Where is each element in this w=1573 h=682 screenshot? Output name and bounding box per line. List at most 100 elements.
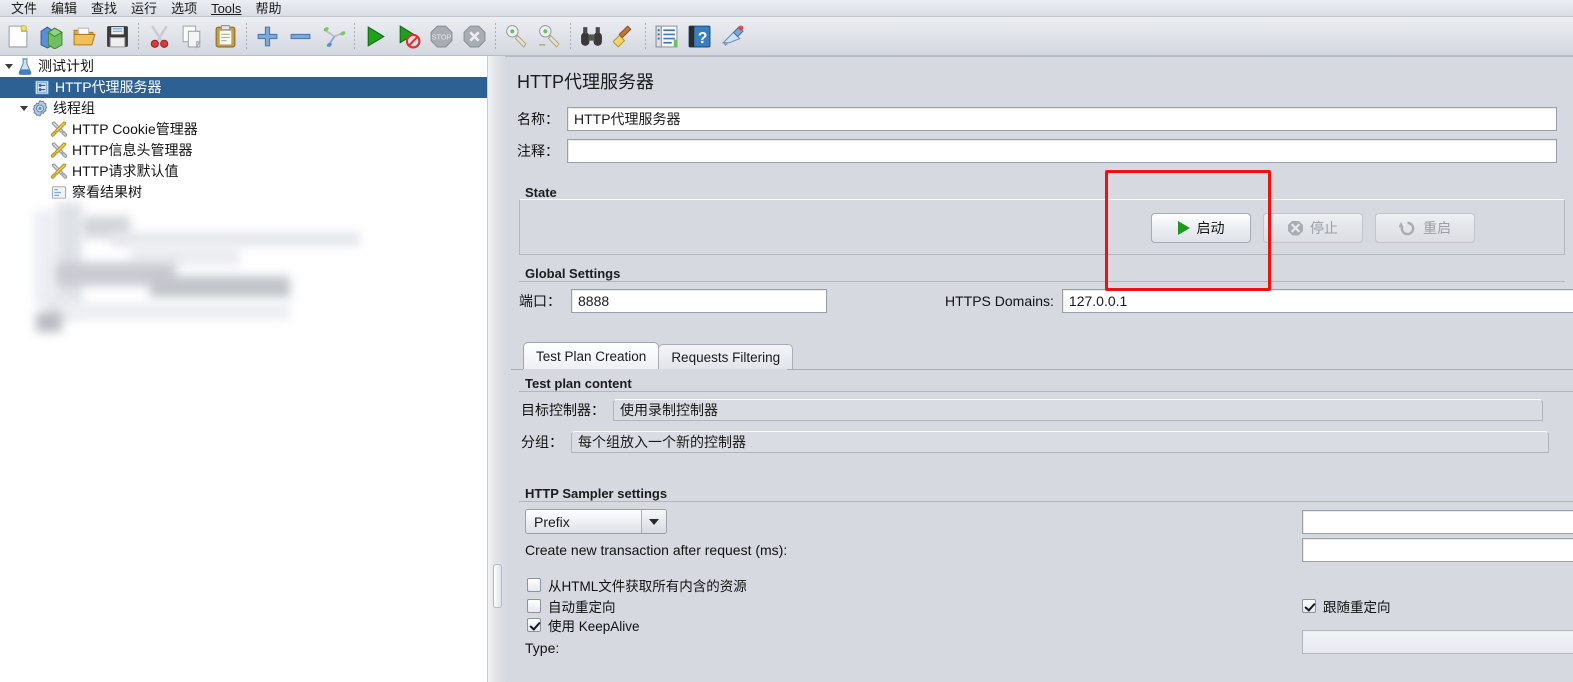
target-controller-combo[interactable]: 使用录制控制器 xyxy=(613,399,1543,421)
grouping-combo[interactable]: 每个组放入一个新的控制器 xyxy=(571,431,1549,453)
toolbar-function-helper[interactable] xyxy=(650,20,683,53)
toolbar-open[interactable] xyxy=(68,20,101,53)
type-label: Type: xyxy=(525,640,560,656)
menu-bar: 文件 编辑 查找 运行 选项 Tools 帮助 xyxy=(0,0,1573,17)
menu-options[interactable]: 选项 xyxy=(164,1,204,16)
tree-node-http-header-manager[interactable]: HTTP信息头管理器 xyxy=(0,140,487,161)
shutdown-icon xyxy=(463,25,486,47)
start-button-label: 启动 xyxy=(1196,220,1225,236)
checkbox-box[interactable] xyxy=(527,578,541,592)
menu-run[interactable]: 运行 xyxy=(124,1,164,16)
https-domains-input[interactable]: 127.0.0.1 xyxy=(1061,289,1573,313)
https-domains-label: HTTPS Domains: xyxy=(945,293,1054,309)
toolbar-cut[interactable] xyxy=(143,20,176,53)
clear-all-icon xyxy=(539,24,560,48)
toolbar-search[interactable] xyxy=(575,20,608,53)
toolbar-reset-search[interactable] xyxy=(608,20,641,53)
tree-label: HTTP代理服务器 xyxy=(55,79,162,95)
grouping-row: 分组： 每个组放入一个新的控制器 xyxy=(521,431,1549,453)
menu-help[interactable]: 帮助 xyxy=(248,1,288,16)
checkbox-retrieve-embedded-resources[interactable]: 从HTML文件获取所有内含的资源 xyxy=(527,575,747,595)
port-label: 端口： xyxy=(519,293,561,309)
broom-icon xyxy=(612,24,632,48)
checkbox-use-keepalive[interactable]: 使用 KeepAlive xyxy=(527,615,640,635)
test-plan-tree[interactable]: 测试计划 HTTP代理服务器 线程组 HTTP Cookie管理器 HTTP信息… xyxy=(0,56,487,682)
toolbar-help[interactable]: ? xyxy=(683,20,716,53)
toolbar-shutdown[interactable] xyxy=(458,20,491,53)
test-plan-content-divider xyxy=(519,391,1573,392)
name-input[interactable]: HTTP代理服务器 xyxy=(567,107,1557,131)
transaction-label: Create new transaction after request (ms… xyxy=(525,542,788,558)
port-input[interactable]: 8888 xyxy=(571,289,827,313)
toolbar-expand[interactable] xyxy=(251,20,284,53)
twisty-expanded-icon[interactable] xyxy=(17,98,30,119)
restart-icon xyxy=(1399,221,1415,235)
function-helper-icon xyxy=(655,25,678,47)
tab-test-plan-creation[interactable]: Test Plan Creation xyxy=(523,342,660,369)
tree-node-view-results-tree[interactable]: 察看结果树 xyxy=(0,182,487,203)
menu-edit[interactable]: 编辑 xyxy=(44,1,84,16)
prefix-value-input[interactable] xyxy=(1302,510,1573,534)
checkbox-auto-redirect[interactable]: 自动重定向 xyxy=(527,596,616,616)
twisty-placeholder xyxy=(36,119,49,140)
toolbar-start[interactable] xyxy=(359,20,392,53)
stop-button: 停止 xyxy=(1263,213,1363,243)
menu-search[interactable]: 查找 xyxy=(84,1,124,16)
paste-clipboard-icon xyxy=(215,24,236,47)
toolbar-templates[interactable] xyxy=(35,20,68,53)
toolbar: STOP ? xyxy=(0,17,1573,56)
checkbox-label: 跟随重定向 xyxy=(1323,600,1391,615)
type-input[interactable] xyxy=(1302,630,1573,654)
start-button[interactable]: 启动 xyxy=(1151,213,1251,243)
proxy-server-icon xyxy=(34,80,50,95)
toolbar-copy[interactable] xyxy=(176,20,209,53)
menu-tools[interactable]: Tools xyxy=(204,1,248,16)
tree-node-thread-group[interactable]: 线程组 xyxy=(0,98,487,119)
tree-node-http-cookie-manager[interactable]: HTTP Cookie管理器 xyxy=(0,119,487,140)
chevron-down-icon[interactable] xyxy=(641,510,666,533)
toolbar-extra[interactable] xyxy=(716,20,749,53)
toolbar-separator xyxy=(570,23,571,49)
transaction-input[interactable] xyxy=(1302,538,1573,562)
templates-icon xyxy=(40,25,63,49)
checkbox-box[interactable] xyxy=(1302,599,1316,613)
toolbar-toggle[interactable] xyxy=(317,20,350,53)
toolbar-clear[interactable] xyxy=(500,20,533,53)
port-row: 端口： 8888 xyxy=(519,289,827,313)
comment-input[interactable] xyxy=(567,139,1557,163)
toolbar-separator xyxy=(138,23,139,49)
toolbar-separator xyxy=(495,23,496,49)
toolbar-collapse[interactable] xyxy=(284,20,317,53)
prefix-mode-combo[interactable]: Prefix xyxy=(525,509,667,534)
tree-label: HTTP Cookie管理器 xyxy=(72,121,198,137)
settings-tabstrip: Test Plan Creation Requests Filtering xyxy=(523,342,794,369)
tab-requests-filtering[interactable]: Requests Filtering xyxy=(658,344,794,369)
checkbox-box[interactable] xyxy=(527,618,541,632)
start-play-icon xyxy=(367,25,385,47)
toolbar-clear-all[interactable] xyxy=(533,20,566,53)
svg-text:?: ? xyxy=(698,29,708,46)
tree-node-http-request-defaults[interactable]: HTTP请求默认值 xyxy=(0,161,487,182)
checkbox-follow-redirects[interactable]: 跟随重定向 xyxy=(1302,596,1391,616)
global-settings-title: Global Settings xyxy=(525,266,621,281)
sidebar-splitter[interactable] xyxy=(487,56,506,682)
toolbar-new[interactable] xyxy=(2,20,35,53)
splitter-grip[interactable] xyxy=(493,564,502,608)
checkbox-box[interactable] xyxy=(527,599,541,613)
toolbar-save[interactable] xyxy=(101,20,134,53)
prefix-mode-value: Prefix xyxy=(534,513,570,530)
tree-label: 线程组 xyxy=(53,100,95,116)
config-tools-icon xyxy=(50,121,68,137)
toolbar-start-no-pauses[interactable] xyxy=(392,20,425,53)
global-settings-divider xyxy=(519,281,1565,282)
menu-file[interactable]: 文件 xyxy=(4,1,44,16)
jmeter-window: 文件 编辑 查找 运行 选项 Tools 帮助 STOP ? 测试计划 HTTP… xyxy=(0,0,1573,682)
tree-node-test-plan[interactable]: 测试计划 xyxy=(0,56,487,77)
http-sampler-settings-title: HTTP Sampler settings xyxy=(525,486,668,501)
toolbar-paste[interactable] xyxy=(209,20,242,53)
toolbar-stop[interactable]: STOP xyxy=(425,20,458,53)
twisty-expanded-icon[interactable] xyxy=(2,56,15,77)
twisty-placeholder xyxy=(36,161,49,182)
copy-icon xyxy=(182,25,201,49)
tree-node-http-proxy-server[interactable]: HTTP代理服务器 xyxy=(0,77,487,98)
